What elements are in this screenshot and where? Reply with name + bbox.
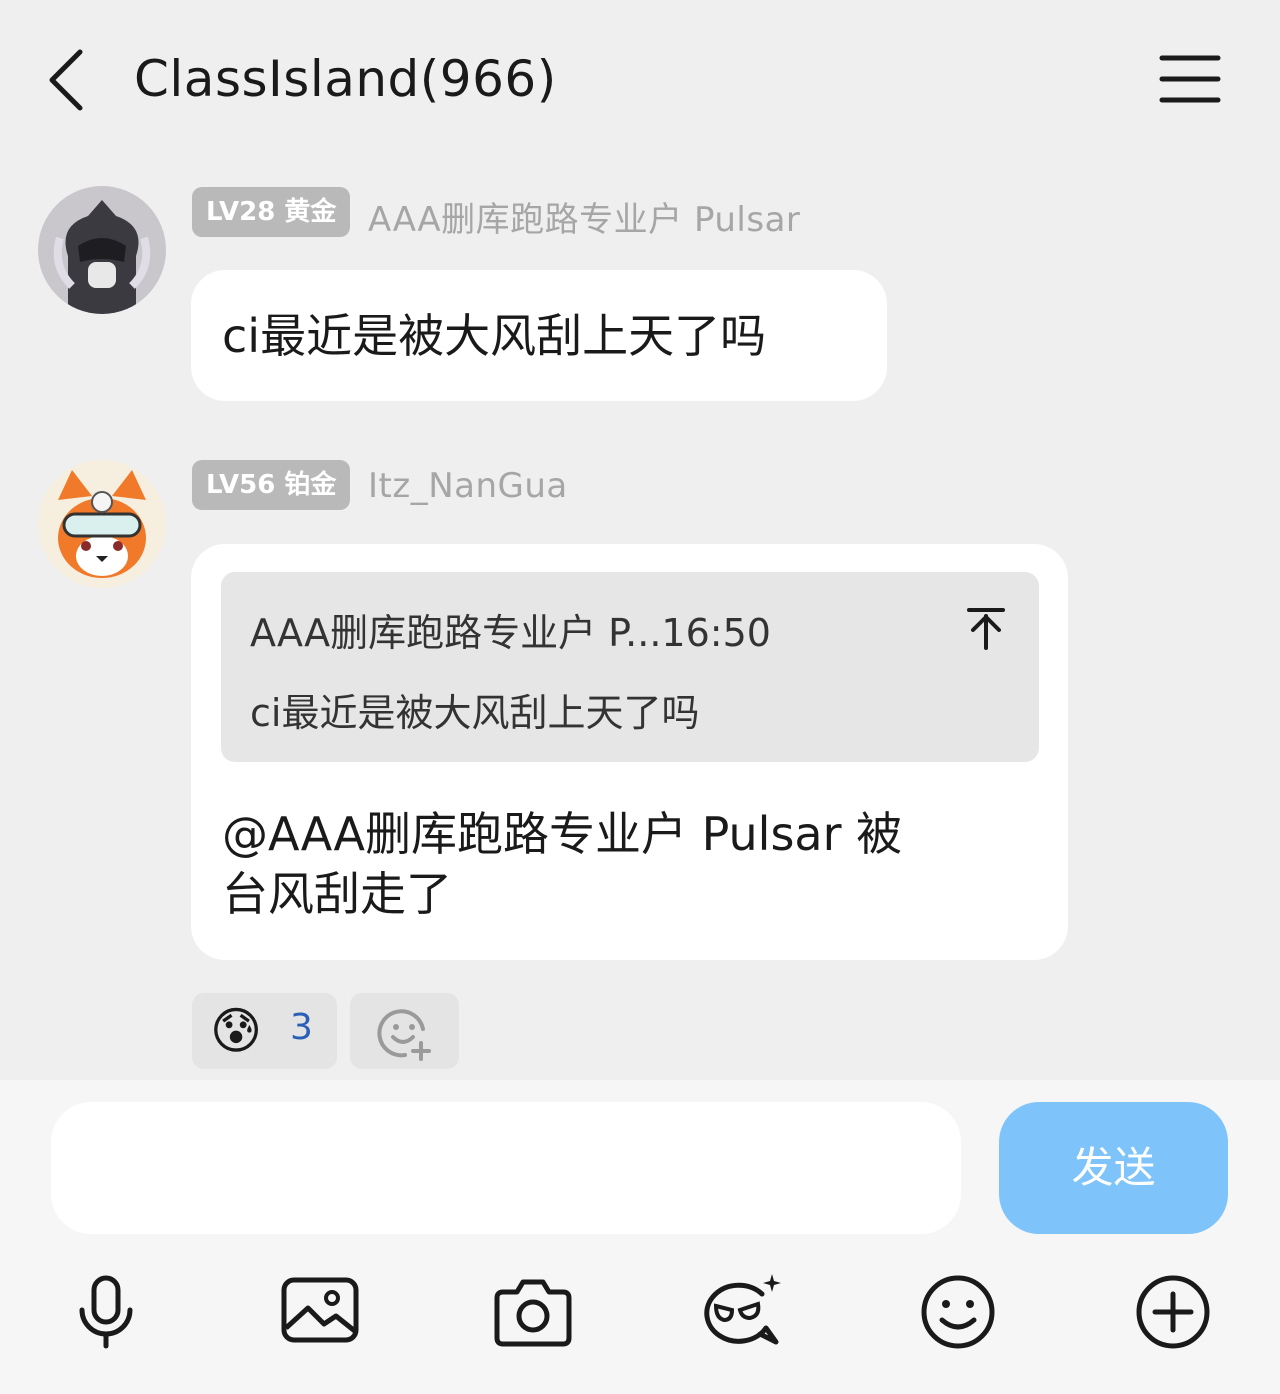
message-text-line-1: @AAA删库跑路专业户 Pulsar 被: [222, 807, 903, 861]
sticker-icon: [704, 1274, 781, 1345]
more-button[interactable]: [1133, 1272, 1213, 1352]
camera-icon: [494, 1279, 572, 1347]
message-text-line-2: 台风刮走了: [222, 867, 452, 921]
avatar-image: [38, 186, 166, 314]
emoji-icon: [921, 1275, 995, 1349]
menu-button[interactable]: [1156, 52, 1226, 108]
avatar-image: [38, 460, 166, 588]
emoji-button[interactable]: [918, 1272, 998, 1352]
avatar[interactable]: [38, 186, 166, 314]
plus-icon: [1136, 1275, 1210, 1349]
message-bubble[interactable]: AAA删库跑路专业户 P...16:50 ci最近是被大风刮上天了吗 @AAA删…: [191, 544, 1068, 960]
level-badge: LV56 铂金: [192, 460, 351, 510]
reaction-count: 3: [290, 1007, 313, 1048]
message-text: ci最近是被大风刮上天了吗: [222, 309, 767, 363]
back-button[interactable]: [40, 44, 96, 116]
camera-button[interactable]: [493, 1272, 573, 1352]
voice-button[interactable]: [66, 1272, 146, 1352]
image-icon: [281, 1277, 359, 1343]
sticker-button[interactable]: [702, 1272, 782, 1352]
sender-nickname[interactable]: Itz_NanGua: [368, 466, 568, 506]
message-bubble[interactable]: ci最近是被大风刮上天了吗: [191, 270, 887, 401]
jump-to-quote-button[interactable]: [961, 602, 1011, 652]
add-reaction-icon: [377, 1009, 431, 1061]
arrow-up-to-top-icon: [967, 608, 1005, 650]
back-arrow-icon: [49, 49, 83, 111]
quoted-text: ci最近是被大风刮上天了吗: [250, 691, 700, 735]
message-input[interactable]: [51, 1102, 961, 1234]
sender-nickname[interactable]: AAA删库跑路专业户 Pulsar: [368, 192, 800, 241]
anxious-sweat-emoji-icon: 😰: [210, 1002, 263, 1060]
hamburger-menu-icon: [1159, 55, 1221, 103]
level-badge: LV28 黄金: [192, 187, 351, 237]
reaction-chip[interactable]: 😰 3: [192, 993, 337, 1069]
add-reaction-button[interactable]: [350, 993, 459, 1069]
image-button[interactable]: [280, 1272, 360, 1352]
microphone-icon: [79, 1275, 133, 1349]
quoted-message[interactable]: AAA删库跑路专业户 P...16:50 ci最近是被大风刮上天了吗: [221, 572, 1039, 762]
quoted-sender: AAA删库跑路专业户 P...16:50: [250, 611, 771, 655]
avatar[interactable]: [38, 460, 166, 588]
page-title: ClassIsland(966): [134, 50, 557, 108]
send-button[interactable]: 发送: [999, 1102, 1228, 1234]
